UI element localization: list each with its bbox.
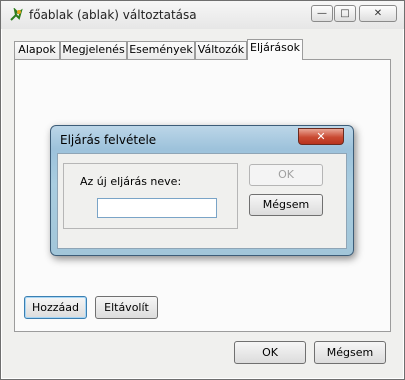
- tab-megjelenes[interactable]: Megjelenés: [60, 41, 127, 59]
- dialog-close-button[interactable]: ✕: [298, 128, 344, 145]
- ok-button[interactable]: OK: [234, 341, 306, 364]
- name-group-box: Az új eljárás neve:: [63, 163, 238, 229]
- close-button[interactable]: ✕: [359, 5, 397, 22]
- dialog-cancel-button[interactable]: Mégsem: [249, 194, 323, 216]
- maximize-icon: □: [340, 8, 350, 19]
- tab-alapok[interactable]: Alapok: [14, 41, 60, 59]
- remove-button[interactable]: Eltávolít: [95, 296, 158, 319]
- procedure-name-input[interactable]: [97, 198, 217, 218]
- cancel-button[interactable]: Mégsem: [314, 341, 386, 364]
- app-icon: [10, 8, 23, 21]
- window-title: főablak (ablak) változtatása: [29, 8, 197, 22]
- dialog-body: Az új eljárás neve: OK Mégsem: [57, 153, 347, 249]
- title-bar[interactable]: főablak (ablak) változtatása — □ ✕: [1, 1, 404, 29]
- minimize-button[interactable]: —: [311, 5, 333, 22]
- tab-esemenyek[interactable]: Események: [127, 41, 195, 59]
- add-button[interactable]: Hozzáad: [24, 296, 87, 319]
- close-icon: ✕: [316, 130, 326, 143]
- dialog-ok-button[interactable]: OK: [249, 164, 323, 186]
- tab-valtozok[interactable]: Változók: [195, 41, 247, 59]
- procedure-name-label: Az új eljárás neve:: [80, 175, 182, 188]
- dialog-title: Eljárás felvétele: [60, 133, 157, 147]
- maximize-button[interactable]: □: [334, 5, 356, 22]
- minimize-icon: —: [317, 8, 327, 19]
- close-icon: ✕: [373, 8, 383, 19]
- tab-eljarasok[interactable]: Eljárások: [247, 39, 303, 60]
- add-procedure-dialog: Eljárás felvétele ✕ Az új eljárás neve: …: [50, 125, 354, 256]
